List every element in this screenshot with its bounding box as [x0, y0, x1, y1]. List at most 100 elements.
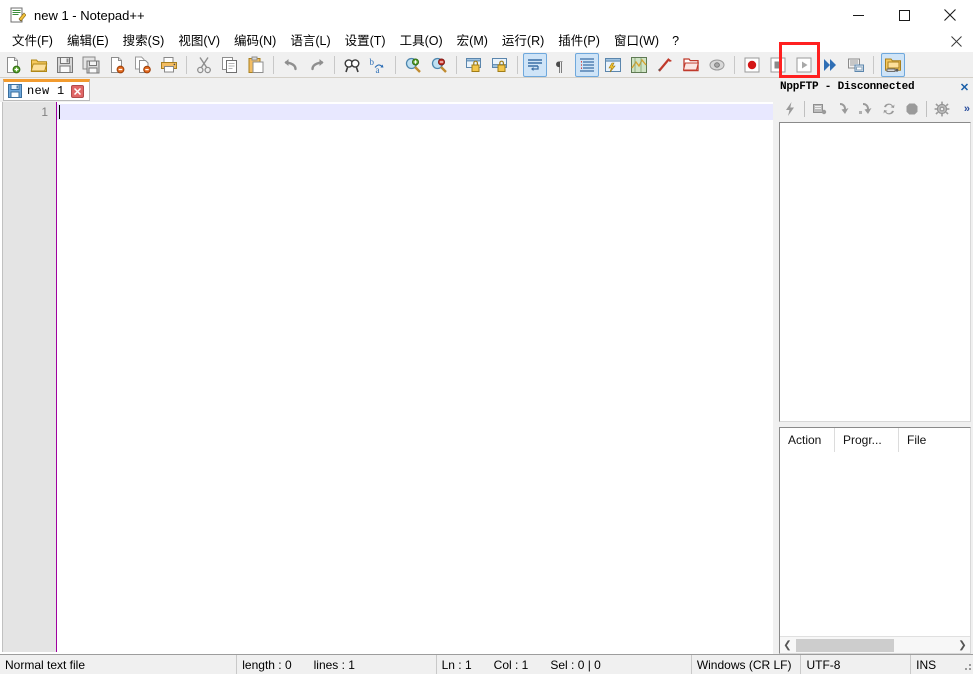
save-icon[interactable]: [53, 53, 77, 77]
sync-vertical-icon[interactable]: [462, 53, 486, 77]
new-file-icon[interactable]: [1, 53, 25, 77]
scroll-right-icon[interactable]: ❯: [955, 638, 970, 653]
find-icon[interactable]: [340, 53, 364, 77]
print-icon[interactable]: [157, 53, 181, 77]
minimize-button[interactable]: [835, 0, 881, 30]
toolbar-separator: [734, 55, 735, 74]
menu-settings[interactable]: 设置(T): [338, 31, 393, 51]
status-col: Col : 1: [493, 657, 529, 672]
status-encoding[interactable]: UTF-8: [801, 655, 912, 674]
active-line-highlight: [57, 104, 773, 120]
menu-language[interactable]: 语言(L): [283, 31, 337, 51]
menu-bar: 文件(F) 编辑(E) 搜索(S) 视图(V) 编码(N) 语言(L) 设置(T…: [0, 30, 973, 52]
tab-new-1[interactable]: new 1: [3, 79, 90, 101]
indent-guide-icon[interactable]: [575, 52, 599, 77]
status-sel: Sel : 0 | 0: [550, 657, 601, 672]
notepad-plus-plus-window: new 1 - Notepad++ 文件(F) 编辑(E) 搜索(S) 视图(V…: [0, 0, 973, 674]
menu-tools[interactable]: 工具(O): [393, 31, 450, 51]
close-icon[interactable]: [70, 84, 84, 98]
queue-column-headers: Action Progr... File: [780, 428, 970, 453]
connect-icon[interactable]: [779, 99, 800, 120]
svg-text:b: b: [370, 57, 375, 67]
user-defined-language-icon[interactable]: [601, 53, 625, 77]
toolbar-separator: [456, 55, 457, 74]
column-header-progress[interactable]: Progr...: [835, 428, 899, 452]
show-all-characters-icon[interactable]: ¶: [549, 53, 573, 77]
scrollbar-thumb[interactable]: [796, 638, 894, 652]
stop-macro-icon[interactable]: [766, 53, 790, 77]
nppftp-queue-list: Action Progr... File ❮ ❯: [779, 427, 971, 654]
editor-body[interactable]: 1: [2, 102, 773, 652]
nppftp-title-bar: NppFTP - Disconnected ✕: [777, 79, 973, 95]
settings-gear-icon[interactable]: [931, 99, 952, 120]
zoom-out-icon[interactable]: [427, 53, 451, 77]
toolbar-separator: [273, 55, 274, 74]
save-all-icon[interactable]: [79, 53, 103, 77]
open-file-icon[interactable]: [27, 53, 51, 77]
monitoring-icon[interactable]: [705, 53, 729, 77]
queue-rows[interactable]: [780, 452, 970, 636]
download-and-edit-icon[interactable]: [832, 99, 853, 120]
scroll-left-icon[interactable]: ❮: [780, 638, 795, 653]
nppftp-file-tree[interactable]: [779, 122, 971, 422]
play-macro-icon[interactable]: [792, 53, 816, 77]
resize-grip[interactable]: [959, 658, 973, 672]
text-caret: [59, 105, 60, 119]
svg-text:¶: ¶: [556, 59, 563, 74]
column-header-file[interactable]: File: [899, 428, 970, 452]
cut-icon[interactable]: [192, 53, 216, 77]
run-macro-multiple-icon[interactable]: [818, 53, 842, 77]
upload-icon[interactable]: [855, 99, 876, 120]
line-number: 1: [41, 105, 48, 119]
close-file-icon[interactable]: [105, 53, 129, 77]
maximize-button[interactable]: [881, 0, 927, 30]
close-document-icon[interactable]: [947, 32, 965, 50]
menu-edit[interactable]: 编辑(E): [60, 31, 116, 51]
scrollbar-track[interactable]: [795, 637, 955, 653]
menu-plugins[interactable]: 插件(P): [551, 31, 607, 51]
chevron-overflow-icon[interactable]: »: [964, 103, 970, 115]
menu-help[interactable]: ?: [666, 31, 685, 51]
close-icon[interactable]: ✕: [958, 81, 971, 94]
record-macro-icon[interactable]: [740, 53, 764, 77]
redo-icon[interactable]: [305, 53, 329, 77]
status-lines: lines : 1: [313, 657, 355, 672]
status-insert-mode[interactable]: INS: [911, 655, 959, 674]
column-header-action[interactable]: Action: [780, 428, 835, 452]
zoom-in-icon[interactable]: [401, 53, 425, 77]
menu-window[interactable]: 窗口(W): [607, 31, 666, 51]
menu-file[interactable]: 文件(F): [5, 31, 60, 51]
menu-encoding[interactable]: 编码(N): [227, 31, 283, 51]
refresh-icon[interactable]: [878, 99, 899, 120]
nppftp-icon[interactable]: [881, 52, 905, 77]
replace-icon[interactable]: b a: [366, 53, 390, 77]
close-button[interactable]: [927, 0, 973, 30]
menu-macro[interactable]: 宏(M): [450, 31, 495, 51]
close-all-icon[interactable]: [131, 53, 155, 77]
menu-view[interactable]: 视图(V): [171, 31, 227, 51]
notepad-plus-plus-icon: [10, 7, 27, 23]
status-eol[interactable]: Windows (CR LF): [692, 655, 802, 674]
status-caret-position: Ln : 1 Col : 1 Sel : 0 | 0: [437, 655, 692, 674]
download-icon[interactable]: [809, 99, 830, 120]
word-wrap-icon[interactable]: [523, 52, 547, 77]
toolbar-separator: [186, 55, 187, 74]
folder-as-workspace-icon[interactable]: [679, 53, 703, 77]
abort-icon[interactable]: [901, 99, 922, 120]
sync-horizontal-icon[interactable]: [488, 53, 512, 77]
function-list-icon[interactable]: [653, 53, 677, 77]
undo-icon[interactable]: [279, 53, 303, 77]
save-macro-icon[interactable]: [844, 53, 868, 77]
text-content-area[interactable]: [57, 102, 773, 652]
svg-text:a: a: [376, 65, 380, 74]
toolbar-separator: [926, 101, 927, 117]
main-toolbar: b a ¶: [0, 52, 973, 78]
queue-horizontal-scrollbar[interactable]: ❮ ❯: [780, 636, 970, 653]
menu-run[interactable]: 运行(R): [495, 31, 551, 51]
document-map-icon[interactable]: [627, 53, 651, 77]
paste-icon[interactable]: [244, 53, 268, 77]
copy-icon[interactable]: [218, 53, 242, 77]
toolbar-separator: [873, 55, 874, 74]
menu-search[interactable]: 搜索(S): [116, 31, 172, 51]
save-icon: [8, 84, 22, 98]
